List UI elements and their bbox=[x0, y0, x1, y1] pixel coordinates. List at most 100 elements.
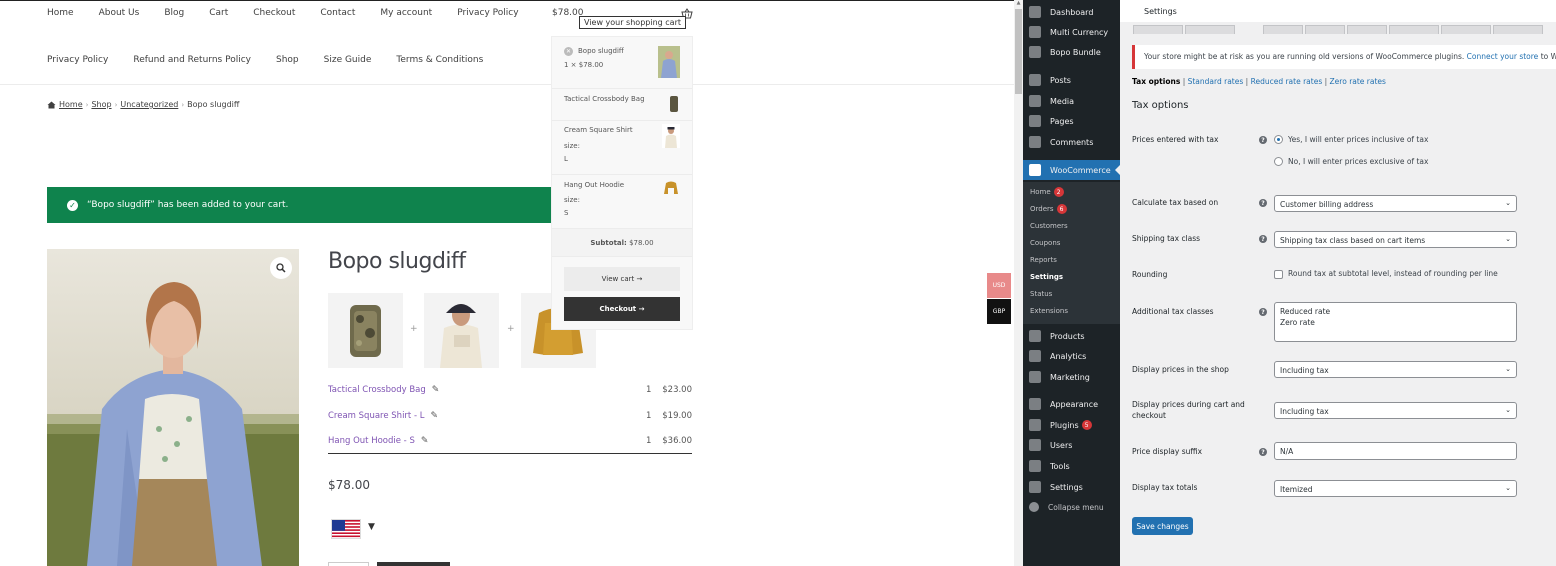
help-icon[interactable]: ? bbox=[1259, 308, 1267, 316]
menu-analytics[interactable]: Analytics bbox=[1023, 346, 1120, 366]
menu-comments[interactable]: Comments bbox=[1023, 132, 1120, 152]
currency-usd-button[interactable]: USD bbox=[987, 273, 1011, 298]
save-changes-button[interactable]: Save changes bbox=[1132, 517, 1193, 535]
nav-privacy-policy[interactable]: Privacy Policy bbox=[457, 8, 518, 18]
menu-plugins[interactable]: Plugins 5 bbox=[1023, 415, 1120, 435]
nav-cart[interactable]: Cart bbox=[209, 8, 228, 18]
help-icon[interactable]: ? bbox=[1259, 448, 1267, 456]
nav-blog[interactable]: Blog bbox=[164, 8, 184, 18]
nav-terms[interactable]: Terms & Conditions bbox=[396, 55, 483, 65]
standard-rates-link[interactable]: Standard rates bbox=[1188, 77, 1244, 86]
help-icon[interactable]: ? bbox=[1259, 199, 1267, 207]
help-icon[interactable]: ? bbox=[1259, 136, 1267, 144]
view-cart-button[interactable]: View cart → bbox=[564, 267, 680, 291]
rounding-checkbox[interactable] bbox=[1274, 270, 1283, 279]
zoom-icon[interactable] bbox=[270, 257, 292, 279]
tax-options-link[interactable]: Tax options bbox=[1132, 77, 1180, 86]
nav-about-us[interactable]: About Us bbox=[99, 8, 140, 18]
nav-privacy-policy-2[interactable]: Privacy Policy bbox=[47, 55, 108, 65]
scrollbar-thumb[interactable] bbox=[1015, 9, 1022, 94]
menu-bopo-bundle[interactable]: Bopo Bundle bbox=[1023, 42, 1120, 62]
radio-exclusive-label[interactable]: No, I will enter prices exclusive of tax bbox=[1288, 157, 1428, 166]
nav-checkout[interactable]: Checkout bbox=[253, 8, 295, 18]
breadcrumb-category[interactable]: Uncategorized bbox=[120, 100, 178, 109]
mini-cart-item-name[interactable]: Hang Out Hoodie bbox=[564, 181, 624, 189]
submenu-status[interactable]: Status bbox=[1030, 290, 1052, 298]
tab[interactable] bbox=[1389, 25, 1439, 34]
menu-users[interactable]: Users bbox=[1023, 435, 1120, 455]
menu-tools[interactable]: Tools bbox=[1023, 456, 1120, 476]
nav-shop[interactable]: Shop bbox=[276, 55, 299, 65]
tab[interactable] bbox=[1347, 25, 1387, 34]
breadcrumb-home[interactable]: Home bbox=[59, 100, 83, 109]
submenu-home[interactable]: Home 2 bbox=[1030, 187, 1064, 197]
chevron-down-icon[interactable]: ▼ bbox=[368, 522, 375, 532]
display-shop-select[interactable]: Including tax ⌄ bbox=[1274, 361, 1517, 378]
nav-my-account[interactable]: My account bbox=[380, 8, 432, 18]
nav-refund-policy[interactable]: Refund and Returns Policy bbox=[133, 55, 251, 65]
bundle-thumb-shirt[interactable] bbox=[424, 293, 499, 368]
media-icon bbox=[1029, 95, 1041, 107]
mini-cart-item-name[interactable]: Bopo slugdiff bbox=[578, 47, 624, 55]
menu-marketing[interactable]: Marketing bbox=[1023, 367, 1120, 387]
mini-cart-item-name[interactable]: Tactical Crossbody Bag bbox=[564, 95, 645, 103]
tab[interactable] bbox=[1493, 25, 1543, 34]
menu-media[interactable]: Media bbox=[1023, 91, 1120, 111]
radio-exclusive[interactable] bbox=[1274, 157, 1283, 166]
zero-rates-link[interactable]: Zero rate rates bbox=[1330, 77, 1386, 86]
product-image[interactable] bbox=[47, 249, 299, 566]
submenu-orders[interactable]: Orders 6 bbox=[1030, 204, 1067, 214]
menu-dashboard[interactable]: Dashboard bbox=[1023, 2, 1120, 22]
quantity-input[interactable] bbox=[328, 562, 369, 566]
menu-products[interactable]: Products bbox=[1023, 326, 1120, 346]
add-to-cart-button[interactable] bbox=[377, 562, 450, 566]
menu-pages[interactable]: Pages bbox=[1023, 111, 1120, 131]
tab[interactable] bbox=[1185, 25, 1235, 34]
scroll-up-arrow-icon[interactable]: ▲ bbox=[1014, 0, 1023, 8]
tax-totals-select[interactable]: Itemized ⌄ bbox=[1274, 480, 1517, 497]
bundle-item-name[interactable]: Cream Square Shirt - L bbox=[328, 411, 424, 421]
submenu-coupons[interactable]: Coupons bbox=[1030, 239, 1060, 247]
reduced-rates-link[interactable]: Reduced rate rates bbox=[1251, 77, 1323, 86]
submenu-customers[interactable]: Customers bbox=[1030, 222, 1068, 230]
pencil-icon[interactable]: ✎ bbox=[432, 385, 440, 395]
rounding-checkbox-label[interactable]: Round tax at subtotal level, instead of … bbox=[1288, 269, 1498, 278]
submenu-extensions[interactable]: Extensions bbox=[1030, 307, 1068, 315]
submenu-settings[interactable]: Settings bbox=[1030, 273, 1063, 281]
plus-sign: + bbox=[410, 324, 418, 334]
display-cart-select[interactable]: Including tax ⌄ bbox=[1274, 402, 1517, 419]
mini-cart-item-name[interactable]: Cream Square Shirt bbox=[564, 126, 633, 134]
calc-based-select[interactable]: Customer billing address ⌄ bbox=[1274, 195, 1517, 212]
nav-size-guide[interactable]: Size Guide bbox=[324, 55, 372, 65]
pencil-icon[interactable]: ✎ bbox=[421, 436, 429, 446]
pencil-icon[interactable]: ✎ bbox=[430, 411, 438, 421]
suffix-input[interactable]: N/A bbox=[1274, 442, 1517, 460]
checkout-button[interactable]: Checkout → bbox=[564, 297, 680, 321]
bundle-item-name[interactable]: Hang Out Hoodie - S bbox=[328, 436, 415, 446]
bundle-item-name[interactable]: Tactical Crossbody Bag bbox=[328, 385, 426, 395]
menu-settings[interactable]: Settings bbox=[1023, 477, 1120, 497]
additional-classes-textarea[interactable]: Reduced rate Zero rate bbox=[1274, 302, 1517, 342]
help-icon[interactable]: ? bbox=[1259, 235, 1267, 243]
tab[interactable] bbox=[1441, 25, 1491, 34]
tab[interactable] bbox=[1133, 25, 1183, 34]
tab[interactable] bbox=[1305, 25, 1345, 34]
menu-appearance[interactable]: Appearance bbox=[1023, 394, 1120, 414]
menu-posts[interactable]: Posts bbox=[1023, 70, 1120, 90]
connect-store-link[interactable]: Connect your store bbox=[1467, 52, 1539, 61]
bundle-thumb-bag[interactable] bbox=[328, 293, 403, 368]
radio-inclusive-label[interactable]: Yes, I will enter prices inclusive of ta… bbox=[1288, 135, 1428, 144]
shipping-class-select[interactable]: Shipping tax class based on cart items ⌄ bbox=[1274, 231, 1517, 248]
nav-home[interactable]: Home bbox=[47, 8, 74, 18]
remove-item-icon[interactable]: ✕ bbox=[564, 47, 573, 56]
tab[interactable] bbox=[1263, 25, 1303, 34]
breadcrumb-shop[interactable]: Shop bbox=[91, 100, 111, 109]
submenu-reports[interactable]: Reports bbox=[1030, 256, 1057, 264]
collapse-menu[interactable]: Collapse menu bbox=[1029, 502, 1104, 512]
radio-inclusive[interactable] bbox=[1274, 135, 1283, 144]
menu-woocommerce[interactable]: WooCommerce bbox=[1023, 160, 1120, 180]
nav-contact[interactable]: Contact bbox=[320, 8, 355, 18]
us-flag-icon[interactable] bbox=[331, 519, 361, 539]
menu-multi-currency[interactable]: Multi Currency bbox=[1023, 22, 1120, 42]
currency-gbp-button[interactable]: GBP bbox=[987, 299, 1011, 324]
